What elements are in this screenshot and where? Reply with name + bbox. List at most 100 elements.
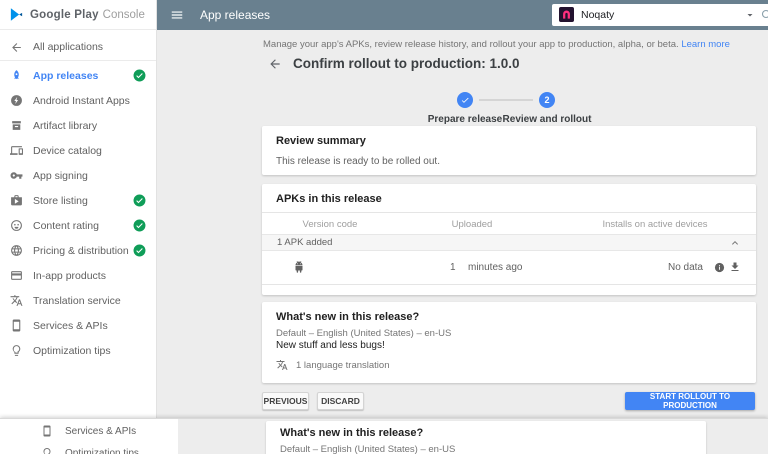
translate-icon xyxy=(276,359,288,371)
sidebar-item-label: All applications xyxy=(33,41,104,53)
android-icon xyxy=(292,260,306,274)
learn-more-link[interactable]: Learn more xyxy=(681,39,730,50)
uploaded-unit: minutes ago xyxy=(468,262,523,273)
google-play-logo-icon xyxy=(9,7,24,22)
sidebar-item-content-rating[interactable]: Content rating xyxy=(0,213,156,238)
sidebar-item-in-app-products[interactable]: In-app products xyxy=(0,263,156,288)
google-play-console-logo[interactable]: Google Play Console xyxy=(0,0,156,30)
sidebar-item-app-releases[interactable]: App releases xyxy=(0,63,156,88)
sidebar-item-label: Services & APIs xyxy=(33,319,108,332)
sidebar-item-device-catalog[interactable]: Device catalog xyxy=(0,138,156,163)
whats-new-title: What's new in this release? xyxy=(276,311,420,323)
previous-button[interactable]: PREVIOUS xyxy=(262,392,309,410)
brand-name: Google Play xyxy=(30,8,99,21)
apks-card: APKs in this release Version code Upload… xyxy=(262,184,756,295)
brand-suffix: Console xyxy=(102,8,145,21)
sidebar-item-all-applications[interactable]: All applications xyxy=(0,34,156,61)
library-icon xyxy=(10,119,23,132)
translation-label: 1 language translation xyxy=(296,359,390,371)
step-2-review-and-rollout[interactable]: 2 xyxy=(539,92,555,108)
sidebar-item-label: Translation service xyxy=(33,294,121,307)
sidebar-item-label: Android Instant Apps xyxy=(33,94,130,107)
fragment-sidebar-item-optimization-tips[interactable]: Optimization tips xyxy=(41,444,139,454)
page-title: Confirm rollout to production: 1.0.0 xyxy=(293,56,520,71)
step-1-prepare-release[interactable] xyxy=(457,92,473,108)
phone-icon xyxy=(10,319,23,332)
discard-button[interactable]: DISCARD xyxy=(317,392,364,410)
translate-icon xyxy=(10,294,23,307)
topbar-title: App releases xyxy=(200,8,271,22)
sidebar-item-services-apis[interactable]: Services & APIs xyxy=(0,313,156,338)
check-badge-icon xyxy=(133,69,146,82)
rocket-icon xyxy=(10,69,23,82)
info-bar: Manage your app's APKs, review release h… xyxy=(263,39,730,50)
sidebar-nav: All applications App releases Android Inst… xyxy=(0,30,156,363)
store-icon xyxy=(10,194,23,207)
step-2-label: Review and rollout xyxy=(502,114,592,125)
sidebar-item-artifact-library[interactable]: Artifact library xyxy=(0,113,156,138)
installs-value: No data xyxy=(667,262,703,273)
sidebar-item-store-listing[interactable]: Store listing xyxy=(0,188,156,213)
download-icon[interactable] xyxy=(729,261,741,273)
sidebar-item-pricing-distribution[interactable]: Pricing & distribution xyxy=(0,238,156,263)
info-icon[interactable] xyxy=(714,262,725,273)
fragment-whats-new-locale: Default – English (United States) – en-U… xyxy=(280,444,456,454)
sidebar-item-label: In-app products xyxy=(33,269,106,282)
phone-icon xyxy=(41,425,53,437)
sidebar-item-label: Optimization tips xyxy=(65,447,139,454)
start-rollout-button[interactable]: START ROLLOUT TO PRODUCTION xyxy=(625,392,755,410)
search-icon[interactable] xyxy=(761,9,768,21)
fragment-sidebar-item-services-apis[interactable]: Services & APIs xyxy=(41,422,136,440)
products-icon xyxy=(10,269,23,282)
devices-icon xyxy=(10,144,23,157)
sidebar-item-label: Artifact library xyxy=(33,119,98,132)
review-summary-body: This release is ready to be rolled out. xyxy=(276,156,440,167)
fragment-whats-new-card: What's new in this release? Default – En… xyxy=(266,421,706,454)
sidebar-item-label: Services & APIs xyxy=(65,425,137,437)
column-version-code: Version code xyxy=(302,219,358,230)
apk-group-label: 1 APK added xyxy=(277,237,333,248)
info-text: Manage your app's APKs, review release h… xyxy=(263,39,679,50)
menu-icon[interactable] xyxy=(170,8,184,22)
apk-group-row[interactable]: 1 APK added xyxy=(262,234,756,251)
sidebar-item-app-signing[interactable]: App signing xyxy=(0,163,156,188)
fragment-sidebar: Services & APIs Optimization tips xyxy=(0,419,178,454)
check-badge-icon xyxy=(133,244,146,257)
sidebar: Google Play Console All applications App … xyxy=(0,0,157,418)
bulb-icon xyxy=(10,344,23,357)
sidebar-item-label: Pricing & distribution xyxy=(33,244,129,257)
chevron-down-icon xyxy=(744,9,756,21)
noqaty-app-icon xyxy=(559,7,574,22)
sidebar-item-optimization-tips[interactable]: Optimization tips xyxy=(0,338,156,363)
sidebar-item-label: Content rating xyxy=(33,219,99,232)
app-selector[interactable]: Noqaty xyxy=(552,4,768,26)
topbar: App releases Noqaty xyxy=(157,0,768,30)
app-selector-value: Noqaty xyxy=(581,9,615,21)
key-icon xyxy=(10,169,23,182)
column-installs: Installs on active devices xyxy=(602,219,708,230)
bulb-icon xyxy=(41,447,53,454)
sidebar-item-label: Device catalog xyxy=(33,144,102,157)
sidebar-item-translation-service[interactable]: Translation service xyxy=(0,288,156,313)
check-badge-icon xyxy=(133,219,146,232)
apk-row: 1 minutes ago No data xyxy=(262,251,756,284)
review-summary-card: Review summary This release is ready to … xyxy=(262,126,756,175)
uploaded-value: 1 xyxy=(450,262,456,273)
sidebar-item-android-instant-apps[interactable]: Android Instant Apps xyxy=(0,88,156,113)
translation-row: 1 language translation xyxy=(276,359,390,371)
sidebar-item-label: App signing xyxy=(33,169,88,182)
review-summary-title: Review summary xyxy=(276,135,366,147)
sidebar-item-label: Store listing xyxy=(33,194,88,207)
rating-icon xyxy=(10,219,23,232)
bottom-fragment: Services & APIs Optimization tips What's … xyxy=(0,418,768,454)
globe-icon xyxy=(10,244,23,257)
whats-new-notes: New stuff and less bugs! xyxy=(276,340,385,351)
collapse-icon[interactable] xyxy=(729,237,741,249)
divider xyxy=(262,284,756,285)
whats-new-card: What's new in this release? Default – En… xyxy=(262,302,756,383)
back-icon[interactable] xyxy=(268,57,282,71)
fragment-whats-new-title: What's new in this release? xyxy=(280,427,424,439)
whats-new-locale: Default – English (United States) – en-U… xyxy=(276,328,452,339)
column-uploaded: Uploaded xyxy=(451,219,493,230)
apks-title: APKs in this release xyxy=(276,193,382,205)
